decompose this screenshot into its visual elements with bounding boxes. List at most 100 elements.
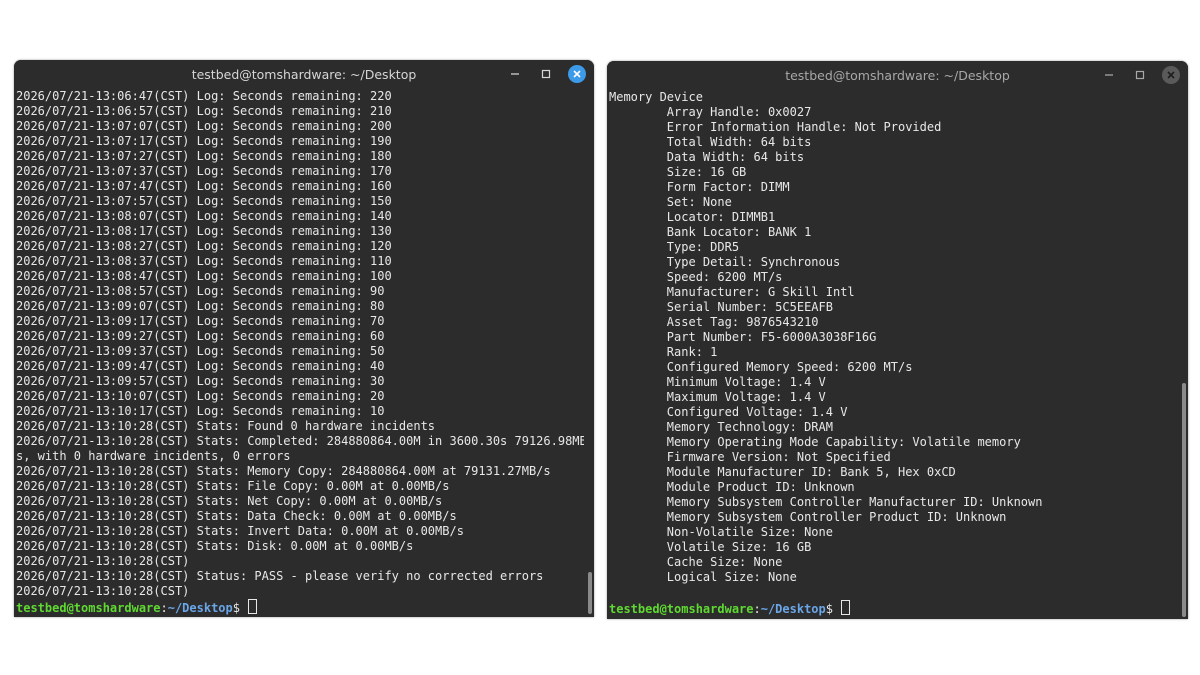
close-icon — [573, 70, 581, 78]
output-line: 2026/07/21-13:09:27(CST) Log: Seconds re… — [16, 329, 385, 343]
output-line: 2026/07/21-13:09:47(CST) Log: Seconds re… — [16, 359, 385, 373]
close-icon — [1167, 71, 1175, 79]
shell-prompt[interactable]: testbed@tomshardware:~/Desktop$ — [609, 600, 1178, 616]
output-line: 2026/07/21-13:06:57(CST) Log: Seconds re… — [16, 104, 392, 118]
window-title: testbed@tomshardware: ~/Desktop — [191, 66, 417, 82]
output-line: Data Width: 64 bits — [609, 150, 805, 164]
prompt-separator: : — [753, 602, 761, 616]
prompt-user: testbed@tomshardware — [16, 601, 161, 615]
output-line: 2026/07/21-13:07:57(CST) Log: Seconds re… — [16, 194, 392, 208]
output-line: Asset Tag: 9876543210 — [609, 315, 819, 329]
output-line: Module Manufacturer ID: Bank 5, Hex 0xCD — [609, 465, 956, 479]
terminal-window-left[interactable]: testbed@tomshardware: ~/Desktop 2026/07/… — [14, 60, 594, 617]
output-line: 2026/07/21-13:09:07(CST) Log: Seconds re… — [16, 299, 385, 313]
output-line: 2026/07/21-13:09:17(CST) Log: Seconds re… — [16, 314, 385, 328]
shell-prompt[interactable]: testbed@tomshardware:~/Desktop$ — [16, 599, 584, 615]
output-line: Logical Size: None — [609, 570, 797, 584]
output-line: Size: 16 GB — [609, 165, 747, 179]
output-line: 2026/07/21-13:10:28(CST) Stats: File Cop… — [16, 479, 450, 493]
output-line: 2026/07/21-13:10:17(CST) Log: Seconds re… — [16, 404, 385, 418]
maximize-icon — [541, 69, 551, 79]
output-line: Type Detail: Synchronous — [609, 255, 841, 269]
output-line: Locator: DIMMB1 — [609, 210, 776, 224]
output-line: Configured Memory Speed: 6200 MT/s — [609, 360, 913, 374]
output-line: Serial Number: 5C5EEAFB — [609, 300, 833, 314]
title-bar[interactable]: testbed@tomshardware: ~/Desktop — [607, 61, 1188, 89]
scrollbar[interactable] — [1182, 383, 1186, 617]
output-line: 2026/07/21-13:10:28(CST) — [16, 554, 190, 568]
output-line: 2026/07/21-13:10:28(CST) Stats: Disk: 0.… — [16, 539, 414, 553]
output-line: 2026/07/21-13:07:47(CST) Log: Seconds re… — [16, 179, 392, 193]
output-line: 2026/07/21-13:07:07(CST) Log: Seconds re… — [16, 119, 392, 133]
output-line: 2026/07/21-13:08:27(CST) Log: Seconds re… — [16, 239, 392, 253]
output-line: 2026/07/21-13:10:28(CST) Stats: Net Copy… — [16, 494, 443, 508]
close-button[interactable] — [568, 65, 586, 83]
minimize-icon — [1105, 74, 1113, 76]
maximize-icon — [1135, 70, 1145, 80]
output-line: 2026/07/21-13:08:57(CST) Log: Seconds re… — [16, 284, 385, 298]
output-line: Module Product ID: Unknown — [609, 480, 855, 494]
terminal-window-right[interactable]: testbed@tomshardware: ~/Desktop Memory D… — [607, 61, 1188, 619]
output-line: 2026/07/21-13:10:28(CST) Stats: Memory C… — [16, 464, 551, 478]
output-line: 2026/07/21-13:08:07(CST) Log: Seconds re… — [16, 209, 392, 223]
output-line: 2026/07/21-13:10:28(CST) Stats: Found 0 … — [16, 419, 436, 433]
output-line: Minimum Voltage: 1.4 V — [609, 375, 826, 389]
output-line: Configured Voltage: 1.4 V — [609, 405, 848, 419]
output-line: 2026/07/21-13:10:28(CST) Stats: Data Che… — [16, 509, 457, 523]
terminal-output[interactable]: Memory Device Array Handle: 0x0027 Error… — [609, 90, 1178, 619]
minimize-icon — [511, 73, 519, 75]
output-line: Rank: 1 — [609, 345, 718, 359]
output-line: Memory Subsystem Controller Manufacturer… — [609, 495, 1043, 509]
output-line: Firmware Version: Not Specified — [609, 450, 891, 464]
output-line: Manufacturer: G Skill Intl — [609, 285, 855, 299]
output-line: 2026/07/21-13:09:37(CST) Log: Seconds re… — [16, 344, 385, 358]
output-line: Part Number: F5-6000A3038F16G — [609, 330, 877, 344]
prompt-symbol: $ — [825, 602, 841, 616]
output-line: Maximum Voltage: 1.4 V — [609, 390, 826, 404]
output-line: 2026/07/21-13:07:37(CST) Log: Seconds re… — [16, 164, 392, 178]
output-line: Memory Technology: DRAM — [609, 420, 833, 434]
output-line: Error Information Handle: Not Provided — [609, 120, 942, 134]
prompt-path: ~/Desktop — [167, 601, 233, 615]
prompt-symbol: $ — [232, 601, 248, 615]
output-line: Memory Subsystem Controller Product ID: … — [609, 510, 1007, 524]
output-line: Type: DDR5 — [609, 240, 740, 254]
output-line: 2026/07/21-13:09:57(CST) Log: Seconds re… — [16, 374, 385, 388]
output-line: s, with 0 hardware incidents, 0 errors — [16, 449, 291, 463]
output-line: 2026/07/21-13:08:17(CST) Log: Seconds re… — [16, 224, 392, 238]
minimize-button[interactable] — [506, 65, 524, 83]
window-title: testbed@tomshardware: ~/Desktop — [785, 67, 1010, 83]
output-line: Speed: 6200 MT/s — [609, 270, 783, 284]
prompt-separator: : — [160, 601, 168, 615]
output-line: Volatile Size: 16 GB — [609, 540, 812, 554]
output-line: 2026/07/21-13:06:47(CST) Log: Seconds re… — [16, 89, 392, 103]
scrollbar[interactable] — [588, 572, 592, 614]
output-line: 2026/07/21-13:10:28(CST) — [16, 584, 190, 598]
maximize-button[interactable] — [1131, 66, 1149, 84]
maximize-button[interactable] — [537, 65, 555, 83]
close-button[interactable] — [1162, 66, 1180, 84]
output-line: Array Handle: 0x0027 — [609, 105, 812, 119]
title-bar[interactable]: testbed@tomshardware: ~/Desktop — [14, 60, 594, 88]
output-line: Form Factor: DIMM — [609, 180, 790, 194]
output-line: 2026/07/21-13:10:28(CST) Stats: Complete… — [16, 434, 584, 448]
output-line: Non-Volatile Size: None — [609, 525, 833, 539]
output-line: 2026/07/21-13:07:17(CST) Log: Seconds re… — [16, 134, 392, 148]
output-line: Total Width: 64 bits — [609, 135, 812, 149]
cursor — [841, 600, 851, 615]
output-line: Memory Operating Mode Capability: Volati… — [609, 435, 1021, 449]
output-line: Memory Device — [609, 90, 703, 104]
output-line: Bank Locator: BANK 1 — [609, 225, 812, 239]
cursor — [248, 599, 258, 614]
output-line: 2026/07/21-13:07:27(CST) Log: Seconds re… — [16, 149, 392, 163]
output-line: 2026/07/21-13:08:47(CST) Log: Seconds re… — [16, 269, 392, 283]
output-line: 2026/07/21-13:10:07(CST) Log: Seconds re… — [16, 389, 385, 403]
minimize-button[interactable] — [1100, 66, 1118, 84]
output-line: 2026/07/21-13:08:37(CST) Log: Seconds re… — [16, 254, 392, 268]
prompt-user: testbed@tomshardware — [609, 602, 754, 616]
output-line: Cache Size: None — [609, 555, 783, 569]
prompt-path: ~/Desktop — [760, 602, 826, 616]
output-line: 2026/07/21-13:10:28(CST) Stats: Invert D… — [16, 524, 464, 538]
terminal-output[interactable]: 2026/07/21-13:06:47(CST) Log: Seconds re… — [16, 89, 584, 617]
